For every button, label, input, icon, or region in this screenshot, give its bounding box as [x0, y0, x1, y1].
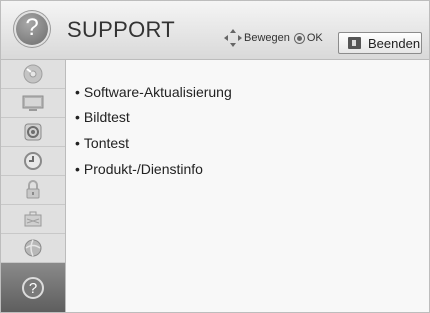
sidebar-item-network[interactable]	[1, 234, 65, 263]
clock-icon	[24, 152, 42, 170]
header-bar: ? SUPPORT Bewegen OK Beenden	[1, 1, 429, 60]
exit-label: Beenden	[368, 35, 421, 51]
sidebar-item-lock[interactable]	[1, 176, 65, 205]
page-title: SUPPORT	[67, 17, 176, 42]
sidebar-item-time[interactable]	[1, 147, 65, 176]
menu-item-software-update[interactable]: • Software-Aktualisierung	[75, 84, 232, 100]
exit-button[interactable]: Beenden	[338, 32, 422, 54]
sidebar-item-audio[interactable]	[1, 118, 65, 147]
menu-item-label: Produkt-/Dienstinfo	[83, 161, 203, 177]
sidebar-item-support[interactable]: ?	[1, 263, 65, 312]
move-hint-label: Bewegen	[244, 32, 290, 44]
menu-item-label: Bildtest	[83, 109, 130, 125]
sidebar-item-picture-wizard[interactable]	[1, 60, 65, 89]
help-glyph: ?	[25, 14, 39, 41]
sidebar-item-option[interactable]	[1, 205, 65, 234]
sidebar-item-picture[interactable]	[1, 89, 65, 118]
bullet: •	[75, 135, 80, 151]
support-options-panel: • Software-Aktualisierung • Bildtest • Tont…	[66, 60, 429, 312]
ok-button-icon	[293, 32, 305, 44]
picture-wizard-icon	[23, 64, 43, 84]
menu-item-label: Tontest	[83, 135, 130, 151]
lock-icon	[26, 180, 40, 199]
bullet: •	[75, 161, 80, 177]
menu-item-picture-test[interactable]: • Bildtest	[75, 109, 130, 125]
menu-item-product-info[interactable]: • Produkt-/Dienstinfo	[75, 161, 203, 177]
support-menu-window: ? SUPPORT Bewegen OK Beenden ? • Softwar…	[0, 0, 430, 313]
menu-item-label: Software-Aktualisierung	[83, 84, 232, 100]
bullet: •	[75, 109, 80, 125]
support-help-icon: ?	[22, 276, 44, 299]
exit-icon	[348, 37, 361, 49]
menu-item-sound-test[interactable]: • Tontest	[75, 135, 129, 151]
network-globe-icon	[24, 239, 42, 257]
help-icon: ?	[14, 11, 50, 47]
ok-hint-label: OK	[306, 32, 323, 44]
audio-speaker-icon	[24, 123, 42, 141]
category-sidebar: ?	[1, 60, 66, 312]
bullet: •	[75, 84, 80, 100]
tv-picture-icon	[22, 95, 44, 111]
navigation-hint: Bewegen OK	[224, 29, 323, 47]
option-toolbox-icon	[24, 211, 42, 227]
arrow-keys-icon	[224, 29, 242, 47]
svg-text:?: ?	[29, 280, 37, 297]
